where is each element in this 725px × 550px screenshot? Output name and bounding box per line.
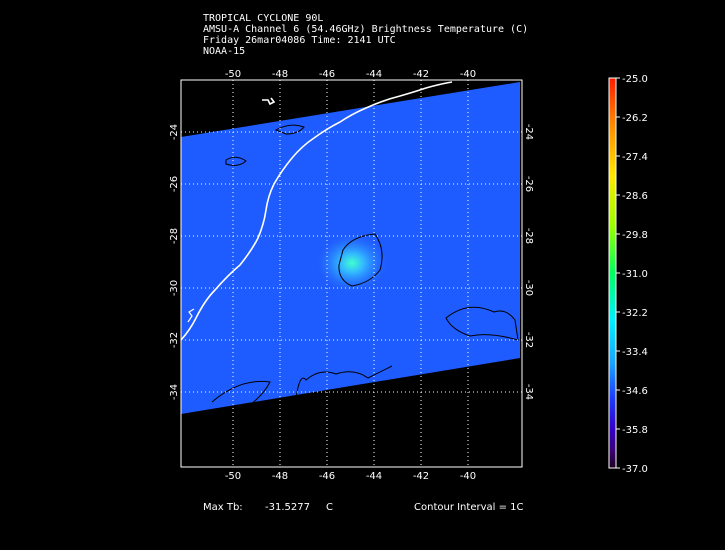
colorbar-ticks	[616, 77, 620, 469]
lat-tick-label: -34	[169, 384, 180, 400]
lon-tick-label: -40	[460, 69, 476, 80]
colorbar-label: -26.2	[622, 113, 648, 124]
max-tb-value: -31.5277	[265, 502, 310, 513]
lat-tick-label: -28	[169, 228, 180, 244]
colorbar-label: -35.8	[622, 425, 648, 436]
island-outline	[262, 97, 276, 106]
colorbar-labels: -25.0 -26.2 -27.4 -28.6 -29.8 -31.0 -32.…	[622, 74, 648, 475]
colorbar-label: -34.6	[622, 386, 648, 397]
lat-tick-label: -26	[523, 176, 534, 192]
colorbar-label: -28.6	[622, 191, 648, 202]
lon-tick-label: -48	[272, 69, 288, 80]
colorbar-label: -32.2	[622, 308, 648, 319]
map-figure: -50 -48 -46 -44 -42 -40 -50 -48 -46 -44 …	[169, 69, 648, 482]
colorbar-label: -27.4	[622, 152, 648, 163]
lat-tick-label: -26	[169, 176, 180, 192]
lon-tick-label: -42	[413, 69, 429, 80]
lon-tick-label: -46	[319, 69, 335, 80]
lon-tick-label: -50	[225, 471, 241, 482]
lat-tick-label: -32	[169, 332, 180, 348]
lon-tick-label: -46	[319, 471, 335, 482]
lat-labels-left: -24 -26 -28 -30 -32 -34	[169, 124, 180, 400]
lat-tick-label: -34	[523, 384, 534, 400]
max-tb-unit: C	[326, 502, 333, 513]
lon-tick-label: -44	[366, 69, 382, 80]
cyclone-warm-core	[318, 235, 386, 291]
lon-labels-top: -50 -48 -46 -44 -42 -40	[225, 69, 476, 80]
colorbar-label: -33.4	[622, 347, 648, 358]
lat-tick-label: -28	[523, 228, 534, 244]
lon-tick-label: -40	[460, 471, 476, 482]
contour-interval: Contour Interval = 1C	[414, 502, 524, 513]
colorbar	[608, 77, 617, 469]
lat-tick-label: -24	[523, 124, 534, 140]
lon-tick-label: -48	[272, 471, 288, 482]
colorbar-label: -31.0	[622, 269, 648, 280]
colorbar-label: -25.0	[622, 74, 648, 85]
lat-tick-label: -32	[523, 332, 534, 348]
lat-labels-right: -24 -26 -28 -30 -32 -34	[523, 124, 534, 400]
lon-tick-label: -50	[225, 69, 241, 80]
lat-tick-label: -24	[169, 124, 180, 140]
colorbar-label: -29.8	[622, 230, 648, 241]
lon-tick-label: -44	[366, 471, 382, 482]
lat-tick-label: -30	[523, 280, 534, 296]
max-tb-label: Max Tb:	[203, 502, 243, 513]
lon-labels-bottom: -50 -48 -46 -44 -42 -40	[225, 471, 476, 482]
lon-tick-label: -42	[413, 471, 429, 482]
colorbar-label: -37.0	[622, 464, 648, 475]
lat-tick-label: -30	[169, 280, 180, 296]
